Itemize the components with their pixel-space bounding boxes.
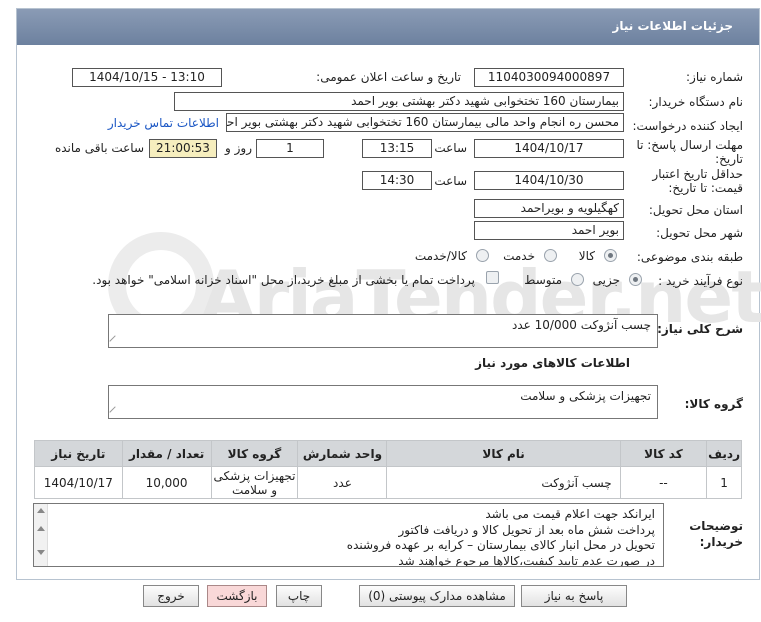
col-header-unit: واحد شمارش: [297, 440, 388, 467]
col-header-goods-code: کد کالا: [619, 440, 708, 467]
cell-need-date: 1404/10/17: [34, 466, 123, 499]
buyer-notes-scrollbar[interactable]: [34, 504, 48, 566]
exit-button[interactable]: خروج: [143, 585, 199, 607]
requester-field[interactable]: محسن ره انجام واحد مالی بیمارستان 160 تخ…: [226, 113, 624, 132]
goods-group-text: تجهیزات پزشکی و سلامت: [520, 389, 651, 403]
category-radio-service[interactable]: [544, 249, 557, 262]
province-label: استان محل تحویل:: [648, 203, 743, 217]
treasury-payment-checkbox[interactable]: [486, 271, 499, 284]
back-button[interactable]: بازگشت: [207, 585, 267, 607]
print-button[interactable]: چاپ: [276, 585, 322, 607]
page-title: جزئیات اطلاعات نیاز: [612, 19, 733, 33]
scroll-down-icon[interactable]: [37, 550, 45, 555]
cell-goods-code: --: [619, 466, 708, 499]
price-validity-time-field[interactable]: 14:30: [362, 171, 432, 190]
scroll-up-icon[interactable]: [37, 526, 45, 531]
category-radio-goods-service[interactable]: [476, 249, 489, 262]
category-label: طبقه بندی موضوعی:: [636, 250, 743, 264]
table-header-row: ردیف کد کالا نام کالا واحد شمارش گروه کا…: [34, 440, 742, 467]
resize-grip[interactable]: [109, 335, 121, 347]
cell-goods-group: تجهیزات پزشکی و سلامت: [210, 466, 299, 499]
buyer-org-label: نام دستگاه خریدار:: [648, 95, 744, 109]
cell-quantity: 10,000: [121, 466, 212, 499]
reply-button[interactable]: پاسخ به نیاز: [521, 585, 627, 607]
cell-unit: عدد: [297, 466, 388, 499]
buyer-notes-textarea[interactable]: ایرانکد جهت اعلام قیمت می باشد پرداخت شش…: [33, 503, 664, 567]
price-validity-time-label: ساعت: [434, 174, 467, 188]
purchase-type-option-medium: متوسط: [524, 273, 562, 287]
goods-section-title: اطلاعات کالاهای مورد نیاز: [475, 356, 630, 370]
table-row[interactable]: 1 -- چسب آنژوکت عدد تجهیزات پزشکی و سلام…: [34, 466, 742, 499]
send-deadline-time-label: ساعت: [434, 141, 467, 155]
buyer-notes-label-1: توضیحات: [689, 519, 743, 533]
buyer-notes-line: ایرانکد جهت اعلام قیمت می باشد: [485, 507, 655, 521]
send-deadline-date-field[interactable]: 1404/10/17: [474, 139, 624, 158]
purchase-type-radio-medium[interactable]: [571, 273, 584, 286]
category-radio-goods[interactable]: [604, 249, 617, 262]
goods-group-textarea[interactable]: تجهیزات پزشکی و سلامت: [108, 385, 658, 419]
buyer-notes-line: تحویل در محل انبار کالای بیمارستان – کرا…: [346, 538, 655, 552]
col-header-goods-name: نام کالا: [386, 440, 621, 467]
price-validity-label-1: حداقل تاریخ اعتبار: [652, 167, 743, 181]
time-remaining-field: 21:00:53: [149, 139, 217, 158]
description-textarea[interactable]: چسب آنژوکت 10/000 عدد: [108, 314, 658, 348]
need-number-field[interactable]: 1104030094000897: [474, 68, 624, 87]
col-header-row-number: ردیف: [706, 440, 742, 467]
col-header-quantity: تعداد / مقدار: [121, 440, 212, 467]
time-remaining-label: ساعت باقی مانده: [54, 141, 144, 155]
goods-table: ردیف کد کالا نام کالا واحد شمارش گروه کا…: [34, 440, 742, 499]
resize-grip[interactable]: [109, 406, 121, 418]
buyer-contact-link[interactable]: اطلاعات تماس خریدار: [108, 116, 219, 130]
purchase-type-option-minor: جزیی: [592, 273, 620, 287]
send-deadline-time-field[interactable]: 13:15: [362, 139, 432, 158]
treasury-payment-text: پرداخت تمام یا بخشی از مبلغ خرید،از محل …: [92, 273, 475, 287]
category-option-goods: کالا: [578, 249, 595, 263]
announce-label: تاریخ و ساعت اعلان عمومی:: [316, 70, 461, 84]
city-field[interactable]: بویر احمد: [474, 221, 624, 240]
buyer-org-field[interactable]: بیمارستان 160 تختخوابی شهید دکتر بهشتی ب…: [174, 92, 624, 111]
description-label: شرح کلی نیاز:: [657, 322, 743, 336]
send-deadline-label-1: مهلت ارسال پاسخ: تا: [636, 138, 743, 152]
send-deadline-label-2: تاریخ:: [715, 152, 743, 166]
col-header-goods-group: گروه کالا: [210, 440, 299, 467]
purchase-type-label: نوع فرآیند خرید :: [658, 274, 743, 288]
col-header-need-date: تاریخ نیاز: [34, 440, 123, 467]
price-validity-label-2: قیمت: تا تاریخ:: [668, 181, 743, 195]
city-label: شهر محل تحویل:: [656, 226, 743, 240]
category-option-service: خدمت: [503, 249, 535, 263]
description-text: چسب آنژوکت 10/000 عدد: [512, 318, 651, 332]
requester-label: ایجاد کننده درخواست:: [632, 119, 743, 133]
view-attachments-button[interactable]: مشاهده مدارک پیوستی (0): [359, 585, 515, 607]
purchase-type-radio-minor[interactable]: [629, 273, 642, 286]
cell-goods-name: چسب آنژوکت: [386, 466, 621, 499]
need-number-label: شماره نیاز:: [686, 70, 743, 84]
province-field[interactable]: کهگیلویه و بویراحمد: [474, 199, 624, 218]
buyer-notes-line: پرداخت شش ماه بعد از تحویل کالا و دریافت…: [398, 522, 655, 537]
category-option-goods-service: کالا/خدمت: [414, 249, 467, 263]
days-remaining-field[interactable]: 1: [256, 139, 324, 158]
goods-group-label: گروه کالا:: [684, 397, 743, 411]
buyer-notes-line: در صورت عدم تایید کیفیت،کالاها مرجوع خوا…: [398, 553, 655, 567]
days-label: روز و: [225, 141, 252, 155]
cell-row-number: 1: [706, 466, 742, 499]
price-validity-date-field[interactable]: 1404/10/30: [474, 171, 624, 190]
buyer-notes-label-2: خریدار:: [699, 535, 743, 549]
scroll-up-icon[interactable]: [37, 508, 45, 513]
announce-field[interactable]: 1404/10/15 - 13:10: [72, 68, 222, 87]
